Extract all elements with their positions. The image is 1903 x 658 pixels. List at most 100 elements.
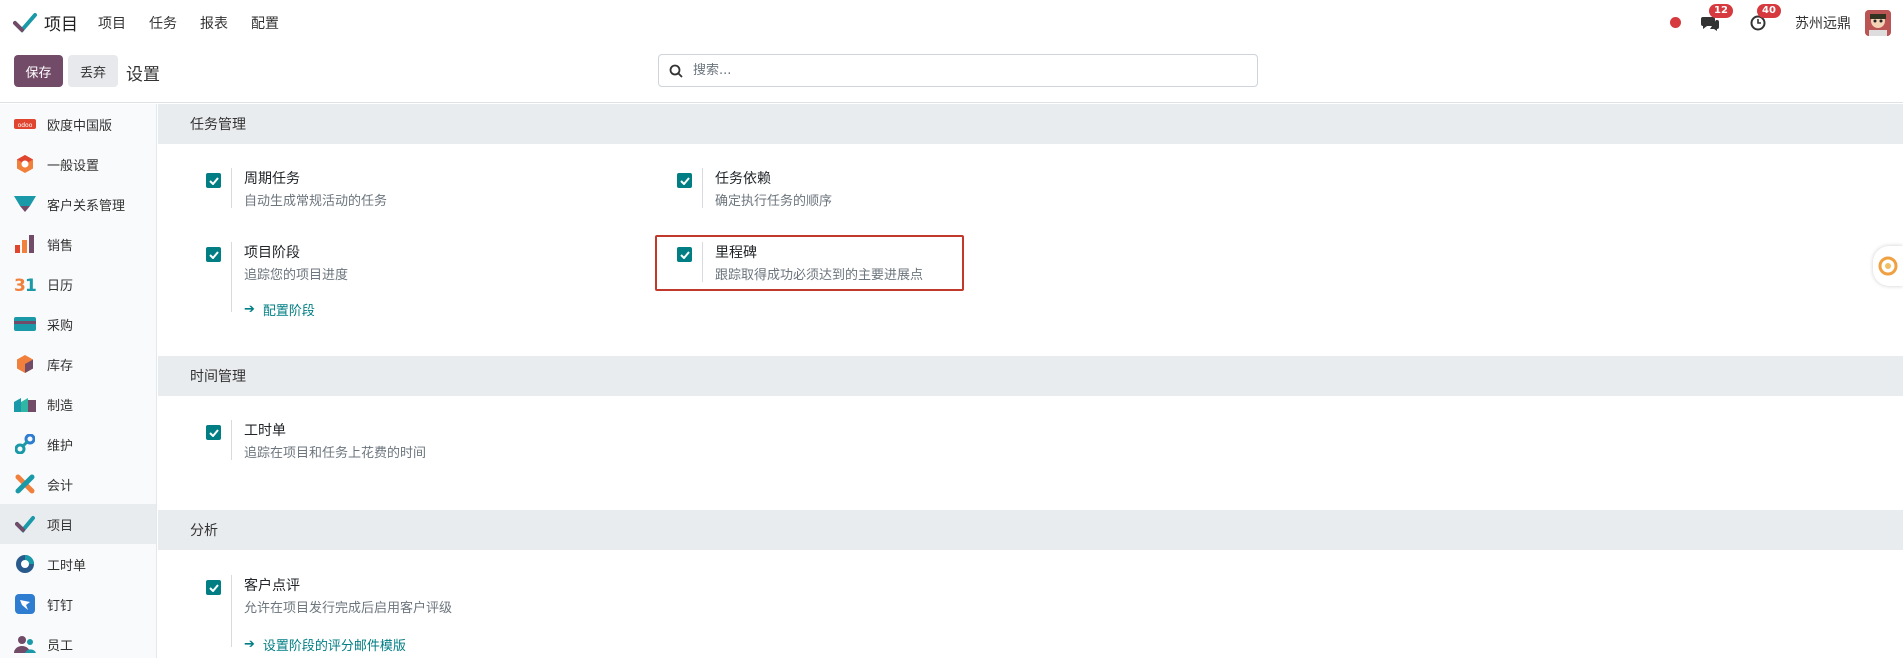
- timesheet-icon: [14, 553, 36, 575]
- arrow-right-icon: ➔: [244, 302, 255, 317]
- save-button[interactable]: 保存: [14, 55, 63, 87]
- floating-assistant-icon[interactable]: [1873, 246, 1903, 286]
- configure-stages-link-label: 配置阶段: [262, 304, 315, 319]
- setting-divider: [231, 420, 232, 460]
- main-menu: 项目 任务 报表 配置: [98, 13, 302, 33]
- sidebar-item-label: 项目: [47, 518, 74, 534]
- sidebar-item-label: 工时单: [47, 558, 87, 574]
- sidebar-item-purchase[interactable]: 采购: [0, 304, 156, 344]
- customer-ratings-checkbox[interactable]: [206, 580, 221, 595]
- messages-icon[interactable]: 12: [1699, 3, 1733, 34]
- menu-configuration[interactable]: 配置: [251, 13, 279, 33]
- section-header-time-management: 时间管理: [158, 356, 1903, 396]
- sidebar-item-label: 维护: [47, 438, 74, 454]
- sales-icon: [14, 233, 36, 255]
- sidebar-item-project[interactable]: 项目: [0, 504, 156, 544]
- accounting-icon: [14, 473, 36, 495]
- settings-content: 任务管理 周期任务 自动生成常规活动的任务 任务依赖 确定执行任务的顺序 项目阶…: [158, 104, 1903, 658]
- discard-button[interactable]: 丢弃: [68, 55, 118, 87]
- recurring-tasks-checkbox[interactable]: [206, 173, 221, 188]
- manufacturing-icon: [14, 393, 36, 415]
- menu-projects[interactable]: 项目: [98, 13, 126, 33]
- sidebar-item-label: 制造: [47, 398, 74, 414]
- maintenance-icon: [14, 433, 36, 455]
- setting-timesheets: 工时单 追踪在项目和任务上花费的时间: [206, 420, 656, 461]
- sidebar-item-label: 员工: [47, 638, 74, 654]
- search-bar: [658, 54, 1258, 87]
- configure-stages-link[interactable]: ➔ 配置阶段: [244, 300, 315, 319]
- menu-reporting[interactable]: 报表: [200, 13, 228, 33]
- inventory-icon: [14, 353, 36, 375]
- milestones-highlight-box: [655, 235, 964, 291]
- sidebar-item-inventory[interactable]: 库存: [0, 344, 156, 384]
- sidebar-item-crm[interactable]: 客户关系管理: [0, 184, 156, 224]
- sidebar-item-timesheet[interactable]: 工时单: [0, 544, 156, 584]
- company-switcher[interactable]: 苏州远鼎: [1795, 13, 1851, 33]
- svg-text:1: 1: [25, 276, 36, 293]
- recurring-tasks-description: 自动生成常规活动的任务: [244, 194, 388, 209]
- project-stages-description: 追踪您的项目进度: [244, 268, 349, 283]
- sidebar-item-maintenance[interactable]: 维护: [0, 424, 156, 464]
- project-stages-checkbox[interactable]: [206, 247, 221, 262]
- menu-tasks[interactable]: 任务: [149, 13, 177, 33]
- task-dependencies-description: 确定执行任务的顺序: [715, 194, 833, 209]
- setting-customer-ratings: 客户点评 允许在项目发行完成后启用客户评级 ➔ 设置阶段的评分邮件模版: [206, 575, 656, 654]
- setting-project-stages: 项目阶段 追踪您的项目进度 ➔ 配置阶段: [206, 242, 656, 319]
- search-icon: [669, 63, 685, 79]
- sidebar-item-calendar[interactable]: 31 日历: [0, 264, 156, 304]
- sidebar-item-label: 库存: [47, 358, 74, 374]
- recurring-tasks-label[interactable]: 周期任务: [244, 168, 300, 188]
- timesheets-checkbox[interactable]: [206, 425, 221, 440]
- control-panel: 保存 丢弃 设置: [0, 45, 1903, 103]
- setting-divider: [702, 168, 703, 208]
- odoo-china-icon: odoo: [14, 113, 36, 135]
- sidebar-item-sales[interactable]: 销售: [0, 224, 156, 264]
- purchase-icon: [14, 313, 36, 335]
- project-stages-label[interactable]: 项目阶段: [244, 242, 300, 262]
- sidebar-item-label: 会计: [47, 478, 74, 494]
- task-dependencies-label[interactable]: 任务依赖: [715, 168, 771, 188]
- sidebar-item-label: 销售: [47, 238, 74, 254]
- calendar-icon: 31: [14, 273, 36, 295]
- sidebar-item-employees[interactable]: 员工: [0, 624, 156, 658]
- sidebar-item-general-settings[interactable]: 一般设置: [0, 144, 156, 184]
- rating-email-template-link-label: 设置阶段的评分邮件模版: [262, 639, 406, 654]
- settings-sidebar: odoo 欧度中国版 一般设置 客户关系管理 销售 31 日历 采购 库存 制造…: [0, 104, 157, 658]
- project-icon: [14, 513, 36, 535]
- sidebar-item-accounting[interactable]: 会计: [0, 464, 156, 504]
- arrow-right-icon: ➔: [244, 637, 255, 652]
- setting-divider: [231, 168, 232, 208]
- search-input[interactable]: [693, 63, 1233, 78]
- sidebar-item-label: 采购: [47, 318, 74, 334]
- sidebar-item-label: 日历: [47, 278, 74, 294]
- section-header-analysis: 分析: [158, 510, 1903, 550]
- sidebar-item-manufacturing[interactable]: 制造: [0, 384, 156, 424]
- rating-email-template-link[interactable]: ➔ 设置阶段的评分邮件模版: [244, 635, 406, 654]
- customer-ratings-label[interactable]: 客户点评: [244, 575, 300, 595]
- top-navbar: 项目 项目 任务 报表 配置 12 40 苏州远鼎: [0, 0, 1903, 45]
- customer-ratings-description: 允许在项目发行完成后启用客户评级: [244, 601, 453, 616]
- sidebar-item-dingtalk[interactable]: 钉钉: [0, 584, 156, 624]
- general-settings-icon: [14, 153, 36, 175]
- section-header-task-management: 任务管理: [158, 104, 1903, 144]
- timesheets-label[interactable]: 工时单: [244, 420, 286, 440]
- user-avatar[interactable]: [1865, 9, 1891, 36]
- messages-count-badge: 12: [1709, 3, 1733, 18]
- activities-count-badge: 40: [1757, 3, 1781, 18]
- activities-clock-icon[interactable]: 40: [1747, 3, 1781, 34]
- app-title[interactable]: 项目: [44, 10, 78, 35]
- crm-icon: [14, 193, 36, 215]
- project-app-icon[interactable]: [12, 10, 38, 36]
- sidebar-item-label: 一般设置: [47, 158, 100, 174]
- setting-task-dependencies: 任务依赖 确定执行任务的顺序: [677, 168, 1127, 209]
- setting-recurring-tasks: 周期任务 自动生成常规活动的任务: [206, 168, 656, 209]
- employees-icon: [14, 633, 36, 655]
- status-dot-icon[interactable]: [1670, 17, 1681, 28]
- timesheets-description: 追踪在项目和任务上花费的时间: [244, 446, 427, 461]
- sidebar-item-odoo-china[interactable]: odoo 欧度中国版: [0, 104, 156, 144]
- sidebar-item-label: 客户关系管理: [47, 198, 126, 214]
- sidebar-item-label: 欧度中国版: [47, 118, 113, 134]
- svg-text:odoo: odoo: [18, 122, 33, 129]
- task-dependencies-checkbox[interactable]: [677, 173, 692, 188]
- setting-divider: [231, 242, 232, 312]
